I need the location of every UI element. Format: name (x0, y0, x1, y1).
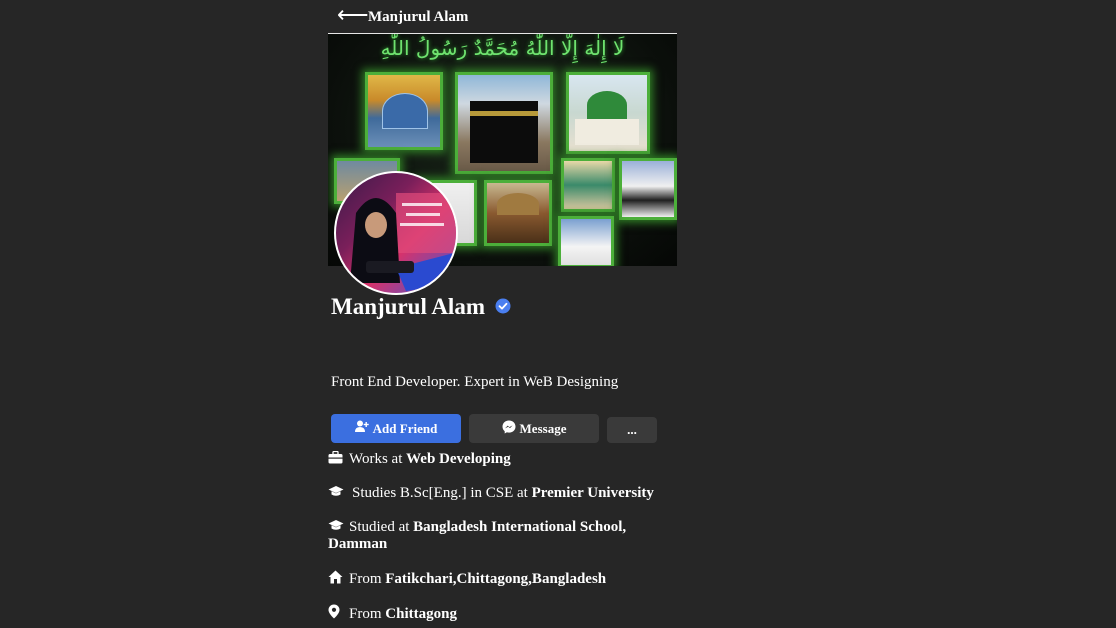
cover-tile-kaaba (455, 72, 553, 174)
avatar-illustration (350, 193, 456, 291)
left-arrow-icon[interactable]: ⟵ (337, 4, 369, 26)
profile-column: ⟵ Manjurul Alam لَا إِلٰهَ إِلَّا اللّٰه… (328, 0, 677, 628)
more-label: ... (627, 422, 637, 437)
detail-hometown: From Fatikchari,Chittagong,Bangladesh (328, 570, 677, 588)
cover-tile-white-mosque (558, 216, 614, 266)
briefcase-icon (328, 450, 344, 465)
cover-tile-dome-mosque (365, 72, 443, 150)
profile-name: Manjurul Alam (331, 294, 511, 322)
detail-work-value: Web Developing (406, 451, 511, 467)
detail-studied: Studied at Bangladesh International Scho… (328, 519, 627, 552)
message-button[interactable]: Message (469, 414, 599, 443)
profile-name-text: Manjurul Alam (331, 294, 485, 319)
graduation-cap-icon (328, 519, 344, 533)
cover-tile-colorful-mosque (561, 158, 615, 212)
more-options-button[interactable]: ... (607, 417, 657, 443)
detail-studies-value: Premier University (531, 485, 654, 501)
location-pin-icon (328, 604, 344, 619)
header-title: Manjurul Alam (368, 9, 469, 25)
cover-tile-shrine (484, 180, 552, 246)
detail-work: Works at Web Developing (328, 450, 677, 468)
cover-calligraphy: لَا إِلٰهَ إِلَّا اللّٰهُ مُحَمَّدٌ رَسُ… (380, 36, 625, 60)
add-user-icon (354, 420, 369, 437)
cover-tile-green-dome (566, 72, 650, 154)
messenger-icon (502, 420, 516, 438)
add-friend-label: Add Friend (372, 420, 438, 436)
message-label: Message (519, 420, 567, 436)
top-bar: ⟵ Manjurul Alam (328, 0, 677, 34)
detail-hometown-value: Fatikchari,Chittagong,Bangladesh (385, 571, 607, 587)
profile-bio: Front End Developer. Expert in WeB Desig… (331, 374, 619, 390)
graduation-cap-icon (328, 485, 344, 499)
detail-location-value: Chittagong (385, 606, 457, 622)
add-friend-button[interactable]: Add Friend (331, 414, 461, 443)
home-icon (328, 570, 344, 584)
cover-tile-striped-dome (619, 158, 677, 220)
detail-location: From Chittagong (328, 604, 677, 623)
avatar[interactable] (334, 171, 458, 295)
verified-badge-icon (495, 294, 511, 320)
detail-studies: Studies B.Sc[Eng.] in CSE at Premier Uni… (328, 485, 677, 502)
